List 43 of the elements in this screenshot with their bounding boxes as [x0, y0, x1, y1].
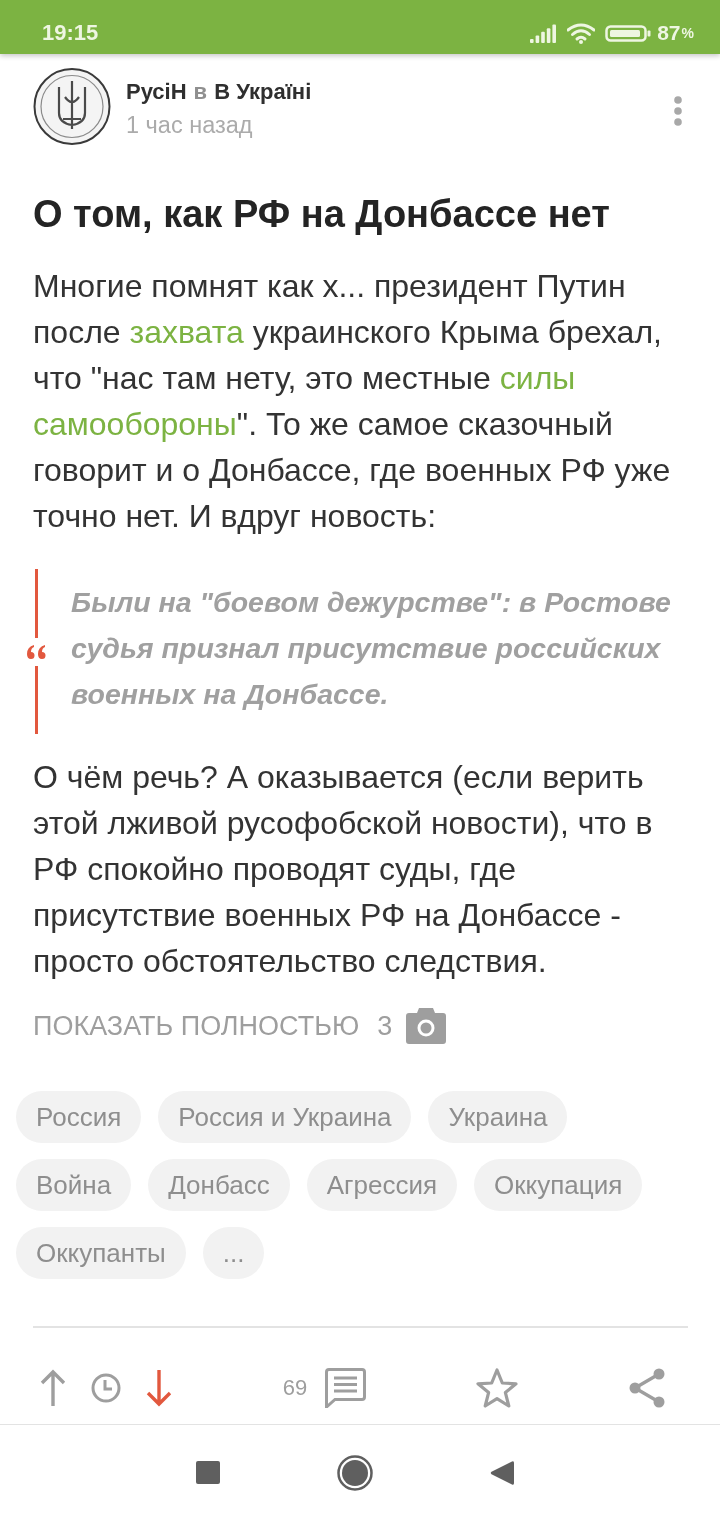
battery-icon: [605, 24, 652, 42]
show-full-button[interactable]: ПОКАЗАТЬ ПОЛНОСТЬЮ: [33, 1010, 360, 1042]
battery-percent: 87: [657, 20, 681, 46]
signal-icon: [530, 23, 558, 43]
home-circle-icon[interactable]: [337, 1454, 373, 1491]
quote-bar: [34, 665, 38, 734]
tag-chip[interactable]: Россия: [16, 1091, 142, 1143]
article-paragraph: Многие помнят как х... президент Путин после захвата украинского Крыма брехал, что "нас там нету, это местные силы самообороны". То же самое сказочный говорит и о Донбассе, где военных РФ уже точно нет. И вдруг новость:: [33, 267, 672, 536]
more-tags-button[interactable]: ...: [202, 1227, 265, 1279]
back-triangle-icon[interactable]: [490, 1459, 514, 1486]
image-count: 3: [377, 1010, 393, 1042]
upvote-arrow-icon[interactable]: [39, 1367, 67, 1408]
post-time: 1 час назад: [126, 111, 254, 140]
tag-chip[interactable]: Украина: [428, 1091, 568, 1143]
text-link[interactable]: силы: [499, 360, 576, 396]
community-link[interactable]: В Україні: [214, 77, 312, 107]
star-icon[interactable]: [476, 1367, 519, 1408]
share-icon[interactable]: [627, 1367, 666, 1408]
tag-chip[interactable]: Оккупация: [474, 1159, 643, 1211]
camera-icon: [406, 1008, 447, 1044]
tag-chip[interactable]: Донбасс: [148, 1159, 290, 1211]
text-link[interactable]: захвата: [129, 314, 244, 350]
author-link[interactable]: РусіН: [126, 77, 187, 107]
recents-square-icon[interactable]: [196, 1461, 220, 1484]
coin-avatar[interactable]: [33, 67, 111, 146]
wifi-icon: [567, 22, 596, 44]
quote-text: Были на "боевом дежурстве": в Ростове судья признал присутствие российских военных на Донбассе.: [71, 585, 672, 712]
tag-chip[interactable]: Оккупанты: [16, 1227, 186, 1279]
status-time: 19:15: [42, 20, 99, 46]
more-menu-icon[interactable]: [674, 96, 682, 126]
downvote-arrow-icon[interactable]: [145, 1367, 173, 1408]
post-title: О том, как РФ на Донбассе нет: [33, 192, 611, 236]
comment-icon[interactable]: [325, 1367, 367, 1408]
preposition-text: в: [193, 78, 208, 106]
quote-icon: [26, 643, 46, 660]
quote-bar: [34, 569, 38, 638]
article-paragraph: О чём речь? А оказывается (если верить этой лживой русофобской новости), что в РФ спокойно проводят суды, где присутствие военных РФ на Донбассе - просто обстоятельство следствия.: [33, 758, 654, 981]
tag-chip[interactable]: Агрессия: [306, 1159, 457, 1211]
comment-count: 69: [282, 1374, 308, 1401]
tag-chip[interactable]: Война: [16, 1159, 132, 1211]
tag-chip[interactable]: Россия и Украина: [158, 1091, 412, 1143]
text-link[interactable]: самообороны: [33, 406, 237, 442]
percent-sign: %: [681, 24, 694, 43]
